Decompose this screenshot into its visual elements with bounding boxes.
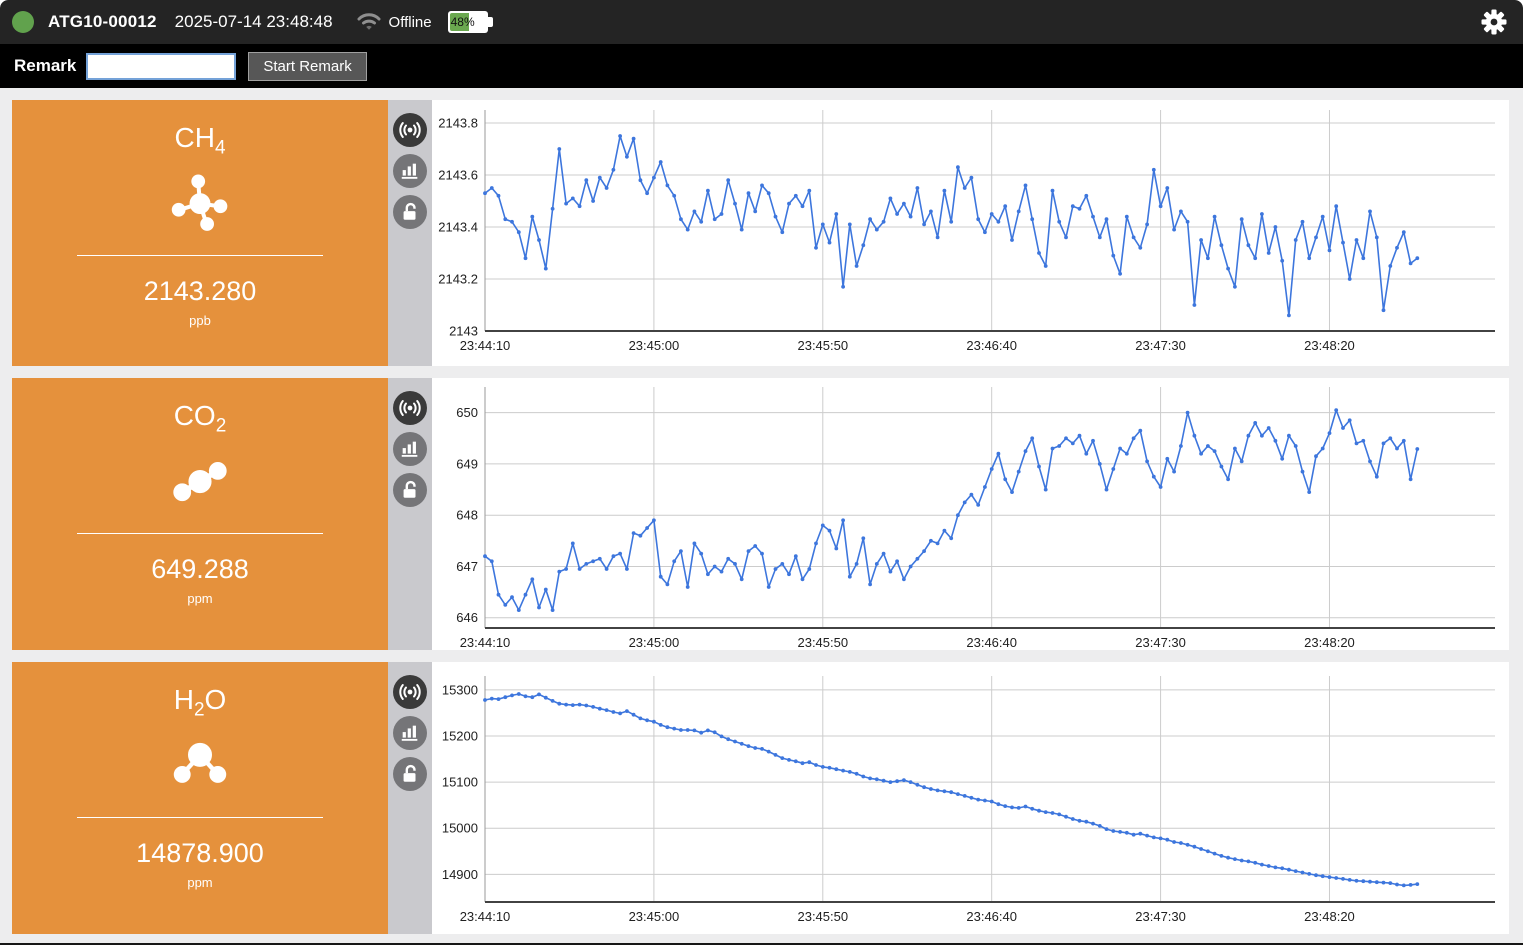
gas-row-co2: CO2 649.288 ppm 646 647 648 649 650 23:44:10 2… bbox=[12, 378, 1509, 650]
panel-rows: CH4 2143.280 ppb 2143 2143.2 2143.4 2143. bbox=[0, 88, 1523, 943]
gas-unit: ppb bbox=[189, 312, 211, 328]
svg-text:23:48:20: 23:48:20 bbox=[1304, 338, 1355, 353]
svg-text:15100: 15100 bbox=[442, 775, 478, 790]
bar-chart-button[interactable] bbox=[393, 432, 427, 466]
svg-text:23:44:10: 23:44:10 bbox=[460, 909, 511, 924]
bar-chart-button[interactable] bbox=[393, 154, 427, 188]
live-icon bbox=[398, 118, 422, 142]
svg-text:23:46:40: 23:46:40 bbox=[966, 338, 1017, 353]
svg-text:15000: 15000 bbox=[442, 821, 478, 836]
gas-unit: ppm bbox=[187, 590, 213, 606]
timestamp: 2025-07-14 23:48:48 bbox=[174, 12, 333, 31]
svg-text:2143.4: 2143.4 bbox=[438, 220, 478, 235]
bar-chart-icon bbox=[399, 160, 421, 182]
icon-strip-co2 bbox=[388, 378, 432, 650]
svg-text:15300: 15300 bbox=[442, 682, 478, 697]
gas-formula: CO2 bbox=[173, 400, 227, 437]
bar-chart-button[interactable] bbox=[393, 716, 427, 750]
live-button[interactable] bbox=[393, 675, 427, 709]
svg-text:15200: 15200 bbox=[442, 728, 478, 743]
gas-value: 649.288 bbox=[151, 553, 249, 584]
unlock-button[interactable] bbox=[393, 757, 427, 791]
gear-icon[interactable]: /* teeth built in main script */ bbox=[1481, 9, 1507, 35]
card-divider bbox=[77, 254, 323, 256]
bar-chart-icon bbox=[399, 438, 421, 460]
chart-ch4[interactable]: 2143 2143.2 2143.4 2143.6 2143.8 23:44:10 23:4… bbox=[432, 100, 1509, 366]
gas-card-h2o: H2O 14878.900 ppm bbox=[12, 662, 388, 934]
svg-text:23:45:50: 23:45:50 bbox=[797, 635, 848, 650]
svg-text:23:47:30: 23:47:30 bbox=[1135, 635, 1186, 650]
gas-card-ch4: CH4 2143.280 ppb bbox=[12, 100, 388, 366]
svg-text:646: 646 bbox=[456, 610, 478, 625]
device-id: ATG10-00012 bbox=[48, 12, 157, 31]
card-divider bbox=[77, 816, 323, 818]
molecule-icon-ch4 bbox=[167, 168, 233, 237]
svg-text:23:44:10: 23:44:10 bbox=[460, 635, 511, 650]
unlock-button[interactable] bbox=[393, 195, 427, 229]
connection-status: Offline bbox=[388, 13, 432, 31]
gas-card-co2: CO2 649.288 ppm bbox=[12, 378, 388, 650]
svg-text:2143.6: 2143.6 bbox=[438, 168, 478, 183]
live-button[interactable] bbox=[393, 391, 427, 425]
unlock-icon bbox=[399, 479, 421, 501]
svg-text:2143.8: 2143.8 bbox=[438, 116, 478, 131]
gas-value: 14878.900 bbox=[136, 837, 264, 868]
chart-h2o[interactable]: 14900 15000 15100 15200 15300 23:44:10 23:45:0… bbox=[432, 662, 1509, 934]
status-dot-icon bbox=[12, 11, 34, 33]
gas-formula: H2O bbox=[173, 684, 227, 721]
top-status-bar: ATG10-00012 2025-07-14 23:48:48 Offline … bbox=[0, 0, 1523, 44]
svg-text:23:48:20: 23:48:20 bbox=[1304, 909, 1355, 924]
remark-input[interactable] bbox=[86, 52, 237, 80]
svg-text:14900: 14900 bbox=[442, 867, 478, 882]
gas-value: 2143.280 bbox=[143, 275, 257, 306]
start-remark-button[interactable]: Start Remark bbox=[248, 51, 367, 81]
svg-text:23:46:40: 23:46:40 bbox=[966, 909, 1017, 924]
battery-nub bbox=[487, 17, 493, 27]
battery-percent: 48% bbox=[450, 15, 475, 29]
svg-text:23:45:50: 23:45:50 bbox=[797, 338, 848, 353]
remark-label: Remark bbox=[14, 56, 77, 75]
svg-text:23:47:30: 23:47:30 bbox=[1135, 909, 1186, 924]
gas-formula: CH4 bbox=[174, 122, 226, 159]
svg-text:23:46:40: 23:46:40 bbox=[966, 635, 1017, 650]
live-icon bbox=[398, 396, 422, 420]
unlock-icon bbox=[399, 201, 421, 223]
svg-text:2143.2: 2143.2 bbox=[438, 272, 478, 287]
svg-text:23:47:30: 23:47:30 bbox=[1135, 338, 1186, 353]
unlock-button[interactable] bbox=[393, 473, 427, 507]
svg-text:648: 648 bbox=[456, 508, 478, 523]
chart-co2[interactable]: 646 647 648 649 650 23:44:10 23:45:00 23:45:50 2… bbox=[432, 378, 1509, 650]
molecule-icon-co2 bbox=[167, 446, 233, 515]
wifi-icon bbox=[355, 8, 383, 37]
svg-text:647: 647 bbox=[456, 559, 478, 574]
card-divider bbox=[77, 532, 323, 534]
gas-row-h2o: H2O 14878.900 ppm 14900 15000 15100 15200 15… bbox=[12, 662, 1509, 934]
battery-indicator: 48% bbox=[447, 11, 493, 33]
svg-text:23:44:10: 23:44:10 bbox=[460, 338, 511, 353]
svg-text:23:45:00: 23:45:00 bbox=[629, 338, 680, 353]
app-window: ATG10-00012 2025-07-14 23:48:48 Offline … bbox=[0, 0, 1523, 945]
bar-chart-icon bbox=[399, 722, 421, 744]
live-button[interactable] bbox=[393, 113, 427, 147]
svg-text:23:48:20: 23:48:20 bbox=[1304, 635, 1355, 650]
gas-row-ch4: CH4 2143.280 ppb 2143 2143.2 2143.4 2143. bbox=[12, 100, 1509, 366]
icon-strip-h2o bbox=[388, 662, 432, 934]
gas-unit: ppm bbox=[187, 874, 213, 890]
svg-text:649: 649 bbox=[456, 456, 478, 471]
remark-bar: Remark Start Remark bbox=[0, 44, 1523, 88]
icon-strip-ch4 bbox=[388, 100, 432, 366]
svg-text:23:45:00: 23:45:00 bbox=[629, 635, 680, 650]
molecule-icon-h2o bbox=[167, 730, 233, 799]
svg-text:23:45:00: 23:45:00 bbox=[629, 909, 680, 924]
svg-text:2143: 2143 bbox=[449, 324, 478, 339]
svg-text:23:45:50: 23:45:50 bbox=[797, 909, 848, 924]
live-icon bbox=[398, 680, 422, 704]
svg-text:650: 650 bbox=[456, 405, 478, 420]
unlock-icon bbox=[399, 763, 421, 785]
